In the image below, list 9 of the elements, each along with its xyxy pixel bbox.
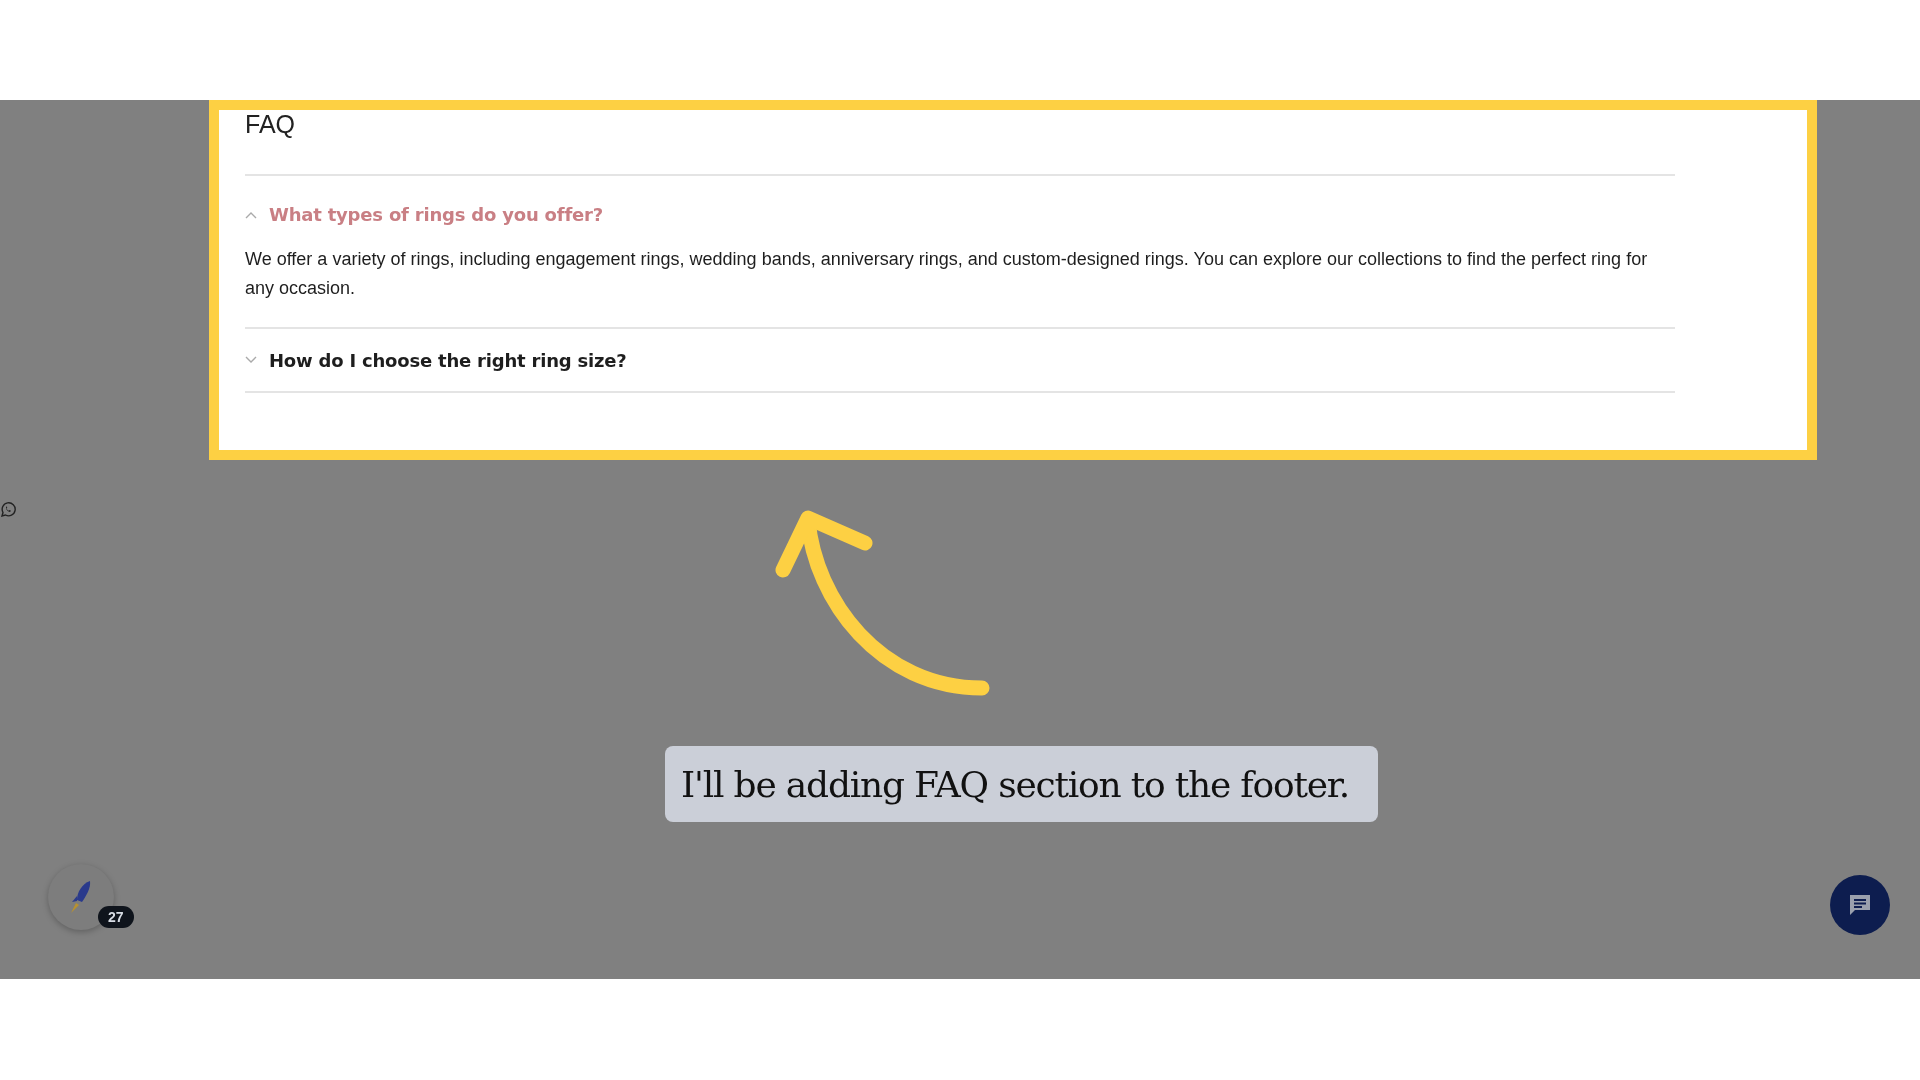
faq-question[interactable]: How do I choose the right ring size? [245,329,627,391]
chevron-up-icon [245,210,257,219]
chevron-down-icon [245,356,257,364]
chat-icon [1847,892,1873,918]
faq-heading: FAQ [245,110,296,140]
whatsapp-icon[interactable] [0,501,17,518]
caption-text: I'll be adding FAQ section to the footer. [665,746,1378,822]
chat-button[interactable] [1830,875,1890,935]
count-badge: 27 [98,906,134,928]
